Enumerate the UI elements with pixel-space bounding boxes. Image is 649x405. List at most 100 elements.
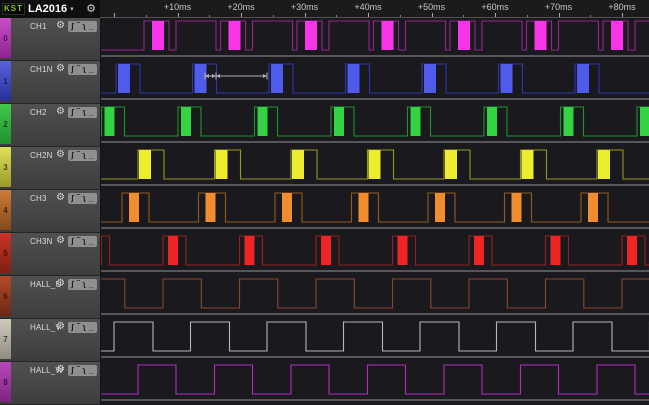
channel-label[interactable]: CH3N [30,237,53,246]
trigger-low-level-icon[interactable]: _ [89,365,93,375]
settings-gear-icon[interactable]: ⚙ [86,1,96,17]
channel-row-CH1: 0 CH1 ⚙ ∫ ‾ʅ_ [0,18,100,61]
trigger-mode-buttons[interactable]: ∫ ‾ʅ_ [68,365,97,376]
trigger-low-level-icon[interactable]: _ [89,107,93,117]
trigger-falling-edge-icon[interactable]: ʅ [83,107,86,117]
row-separator [101,227,649,229]
channel-label[interactable]: CH3 [30,194,47,203]
trigger-low-level-icon[interactable]: _ [89,193,93,203]
trigger-mode-buttons[interactable]: ∫ ‾ʅ_ [68,150,97,161]
pwm-burst-CH3N [168,236,178,265]
trigger-rising-edge-icon[interactable]: ∫ [71,365,73,375]
trigger-low-level-icon[interactable]: _ [89,322,93,332]
trigger-low-level-icon[interactable]: _ [89,150,93,160]
trigger-falling-edge-icon[interactable]: ʅ [83,236,86,246]
trigger-falling-edge-icon[interactable]: ʅ [83,322,86,332]
channel-sidebar: 0 CH1 ⚙ ∫‾ʅ_ 1 CH1N ⚙ ∫‾ʅ_ 2 CH2 ⚙ ∫‾ʅ_ … [0,18,100,405]
pwm-burst-CH2 [487,107,497,136]
trigger-high-level-icon[interactable]: ‾ [77,279,80,289]
trigger-mode-buttons[interactable]: ∫ ‾ʅ_ [68,64,97,75]
channel-number: 1 [3,77,7,86]
trigger-rising-edge-icon[interactable]: ∫ [71,236,73,246]
row-separator [101,313,649,315]
trigger-low-level-icon[interactable]: _ [89,21,93,31]
channel-label[interactable]: CH2N [30,151,53,160]
trigger-rising-edge-icon[interactable]: ∫ [71,279,73,289]
trigger-low-level-icon[interactable]: _ [89,279,93,289]
trigger-high-level-icon[interactable]: ‾ [77,21,80,31]
device-model-dropdown[interactable]: LA2016 [28,0,67,18]
ruler-major-tick [114,13,115,17]
trigger-falling-edge-icon[interactable]: ʅ [83,21,86,31]
channel-color-strip[interactable]: 4 [0,190,11,230]
trigger-low-level-icon[interactable]: _ [89,236,93,246]
channel-settings-gear-icon[interactable]: ⚙ [55,106,66,118]
trigger-high-level-icon[interactable]: ‾ [77,236,80,246]
trigger-high-level-icon[interactable]: ‾ [77,107,80,117]
channel-settings-gear-icon[interactable]: ⚙ [55,149,66,161]
ruler-major-tick [368,13,369,17]
channel-settings-gear-icon[interactable]: ⚙ [55,235,66,247]
channel-color-strip[interactable]: 6 [0,276,11,316]
channel-settings-gear-icon[interactable]: ⚙ [55,63,66,75]
pwm-burst-CH3N [551,236,561,265]
trigger-rising-edge-icon[interactable]: ∫ [71,322,73,332]
trigger-falling-edge-icon[interactable]: ʅ [83,279,86,289]
ruler-minor-tick [273,15,274,17]
channel-color-strip[interactable]: 7 [0,319,11,359]
channel-settings-gear-icon[interactable]: ⚙ [55,278,66,290]
ruler-time-label: +30ms [291,2,318,12]
channel-color-strip[interactable]: 0 [0,18,11,58]
channel-row-HALL_U: 6 HALL_U ⚙ ∫‾ʅ_ [0,276,100,319]
trigger-rising-edge-icon[interactable]: ∫ [71,193,73,203]
channel-label[interactable]: CH2 [30,108,47,117]
trigger-rising-edge-icon[interactable]: ∫ [71,64,73,74]
trigger-high-level-icon[interactable]: ‾ [77,322,80,332]
channel-number: 3 [3,163,7,172]
chevron-down-icon[interactable]: ▾ [70,5,74,13]
ruler-minor-tick [336,15,337,17]
pwm-burst-CH2 [181,107,191,136]
trigger-rising-edge-icon[interactable]: ∫ [71,150,73,160]
trigger-mode-buttons[interactable]: ∫ ‾ʅ_ [68,107,97,118]
channel-label[interactable]: CH1 [30,22,47,31]
channel-settings-gear-icon[interactable]: ⚙ [55,192,66,204]
waveform-area[interactable] [100,18,649,405]
channel-settings-gear-icon[interactable]: ⚙ [55,364,66,376]
ruler-time-label: +50ms [418,2,445,12]
pwm-burst-CH3 [129,193,139,222]
ruler-minor-tick [146,15,147,17]
pwm-burst-CH2N [369,150,381,179]
timeline-ruler[interactable]: +10ms+20ms+30ms+40ms+50ms+60ms+70ms+80ms [100,0,649,18]
channel-color-strip[interactable]: 8 [0,362,11,402]
channel-color-strip[interactable]: 5 [0,233,11,273]
pwm-burst-CH3N [245,236,255,265]
trigger-high-level-icon[interactable]: ‾ [77,64,80,74]
waveform-canvas[interactable] [101,18,649,405]
trigger-rising-edge-icon[interactable]: ∫ [71,107,73,117]
channel-settings-gear-icon[interactable]: ⚙ [55,20,66,32]
trigger-falling-edge-icon[interactable]: ʅ [83,150,86,160]
channel-label[interactable]: CH1N [30,65,53,74]
trigger-mode-buttons[interactable]: ∫ ‾ʅ_ [68,236,97,247]
trigger-high-level-icon[interactable]: ‾ [77,365,80,375]
trigger-high-level-icon[interactable]: ‾ [77,150,80,160]
trigger-mode-buttons[interactable]: ∫ ‾ʅ_ [68,193,97,204]
channel-color-strip[interactable]: 3 [0,147,11,187]
pwm-burst-CH2N [216,150,228,179]
channel-row-HALL_W: 8 HALL_W ⚙ ∫‾ʅ_ [0,362,100,405]
trigger-rising-edge-icon[interactable]: ∫ [71,21,73,31]
channel-row-CH2N: 3 CH2N ⚙ ∫ ‾ʅ_ [0,147,100,190]
pwm-burst-CH2N [598,150,610,179]
trigger-mode-buttons[interactable]: ∫ ‾ʅ_ [68,279,97,290]
trigger-falling-edge-icon[interactable]: ʅ [83,64,86,74]
trigger-mode-buttons[interactable]: ∫ ‾ʅ_ [68,21,97,32]
trigger-high-level-icon[interactable]: ‾ [77,193,80,203]
channel-settings-gear-icon[interactable]: ⚙ [55,321,66,333]
trigger-falling-edge-icon[interactable]: ʅ [83,193,86,203]
trigger-falling-edge-icon[interactable]: ʅ [83,365,86,375]
trigger-mode-buttons[interactable]: ∫ ‾ʅ_ [68,322,97,333]
channel-color-strip[interactable]: 2 [0,104,11,144]
trigger-low-level-icon[interactable]: _ [89,64,93,74]
channel-color-strip[interactable]: 1 [0,61,11,101]
